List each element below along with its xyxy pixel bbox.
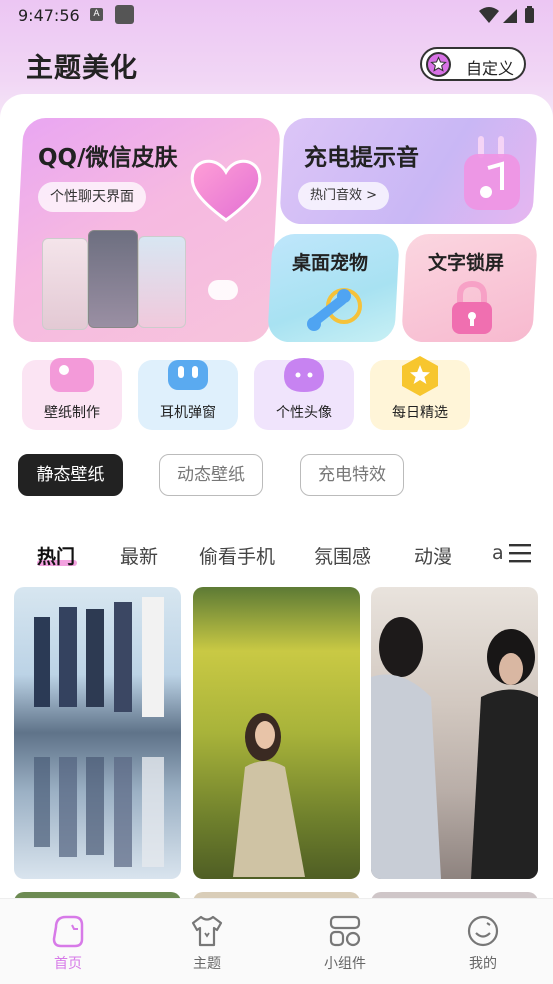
desktop-pet-card[interactable]: 桌面宠物 (267, 234, 400, 342)
qq-skin-title: QQ/微信皮肤 (38, 145, 178, 171)
plug-music-icon (464, 136, 520, 210)
live-wallpaper-chip[interactable]: 动态壁纸 (159, 454, 263, 496)
chat-bubble-icon (284, 358, 324, 392)
star-icon (426, 52, 451, 77)
desktop-pet-title: 桌面宠物 (292, 252, 369, 274)
charging-effect-chip[interactable]: 充电特效 (300, 454, 404, 496)
nav-label: 小组件 (324, 956, 366, 972)
text-lockscreen-card[interactable]: 文字锁屏 (401, 234, 538, 342)
app-notification-icon (115, 5, 134, 24)
hot-sounds-link[interactable]: 热门音效 > (298, 182, 390, 210)
customize-button[interactable]: 自定义 (420, 47, 526, 81)
battery-icon (525, 8, 534, 23)
phone-preview-2 (88, 230, 138, 328)
status-icons (479, 6, 534, 23)
nav-label: 首页 (54, 956, 82, 972)
static-wallpaper-chip[interactable]: 静态壁纸 (18, 454, 123, 496)
menu-icon[interactable] (509, 542, 531, 564)
avatar-button[interactable]: 个性头像 (254, 358, 354, 430)
qq-wechat-skin-card[interactable]: QQ/微信皮肤 个性聊天界面 (12, 118, 281, 342)
quick-action-label: 个性头像 (276, 405, 332, 421)
nav-label: 主题 (193, 956, 221, 972)
tab-hot[interactable]: 热门 (37, 542, 75, 569)
text-lockscreen-title: 文字锁屏 (428, 252, 505, 274)
bone-icon (307, 288, 362, 331)
daily-picks-button[interactable]: 每日精选 (370, 356, 470, 430)
quick-action-label: 耳机弹窗 (160, 405, 216, 421)
nav-widgets[interactable]: 小组件 (305, 913, 385, 973)
customize-button-label: 自定义 (466, 59, 515, 78)
image-icon (50, 358, 94, 392)
charging-sound-title: 充电提示音 (304, 145, 419, 171)
lock-icon (452, 280, 492, 334)
nav-theme[interactable]: 主题 (167, 913, 247, 973)
couple-holding-hands-image (371, 617, 538, 879)
earbuds-icon (168, 360, 208, 390)
page-title: 主题美化 (26, 53, 138, 84)
phone-preview-3 (138, 236, 186, 328)
wifi-icon (479, 7, 499, 23)
home-icon (52, 915, 84, 948)
smiley-icon (467, 915, 499, 947)
heart-icon (190, 159, 262, 222)
status-time: 9:47:56 (18, 6, 80, 25)
nav-me[interactable]: 我的 (443, 913, 523, 973)
tab-atmosphere[interactable]: 氛围感 (314, 542, 371, 569)
tab-peek-phone[interactable]: 偷看手机 (199, 542, 275, 569)
tab-anime[interactable]: 动漫 (414, 542, 452, 569)
nav-home[interactable]: 首页 (28, 913, 108, 973)
qq-skin-pill: 个性聊天界面 (38, 182, 146, 212)
star-badge-icon (402, 356, 438, 396)
tshirt-icon (191, 915, 223, 947)
tab-more[interactable]: a (492, 542, 504, 564)
wallpaper-maker-button[interactable]: 壁纸制作 (22, 358, 122, 430)
quick-action-label: 壁纸制作 (44, 405, 100, 421)
anime-characters-image (34, 597, 164, 867)
wallpaper-thumbnail[interactable] (193, 587, 360, 879)
earbuds-popup-button[interactable]: 耳机弹窗 (138, 360, 238, 430)
category-tabs: 热门 最新 偷看手机 氛围感 动漫 a (0, 538, 553, 574)
status-bar: 9:47:56 A (0, 0, 553, 34)
wallpaper-thumbnail[interactable] (14, 587, 181, 879)
nav-label: 我的 (469, 956, 497, 972)
phone-preview-1 (42, 238, 88, 330)
wallpaper-thumbnail[interactable] (371, 587, 538, 879)
tab-latest[interactable]: 最新 (120, 542, 158, 569)
quick-action-label: 每日精选 (392, 405, 448, 421)
widgets-icon (329, 915, 361, 947)
charging-sound-card[interactable]: 充电提示音 热门音效 > (279, 118, 538, 224)
toggle-icon (208, 280, 238, 300)
bottom-navigation: 首页 主题 小组件 我的 (0, 898, 553, 984)
flower-field-girl-image (233, 713, 305, 877)
signal-icon (503, 9, 517, 23)
notification-icon: A (90, 8, 103, 21)
